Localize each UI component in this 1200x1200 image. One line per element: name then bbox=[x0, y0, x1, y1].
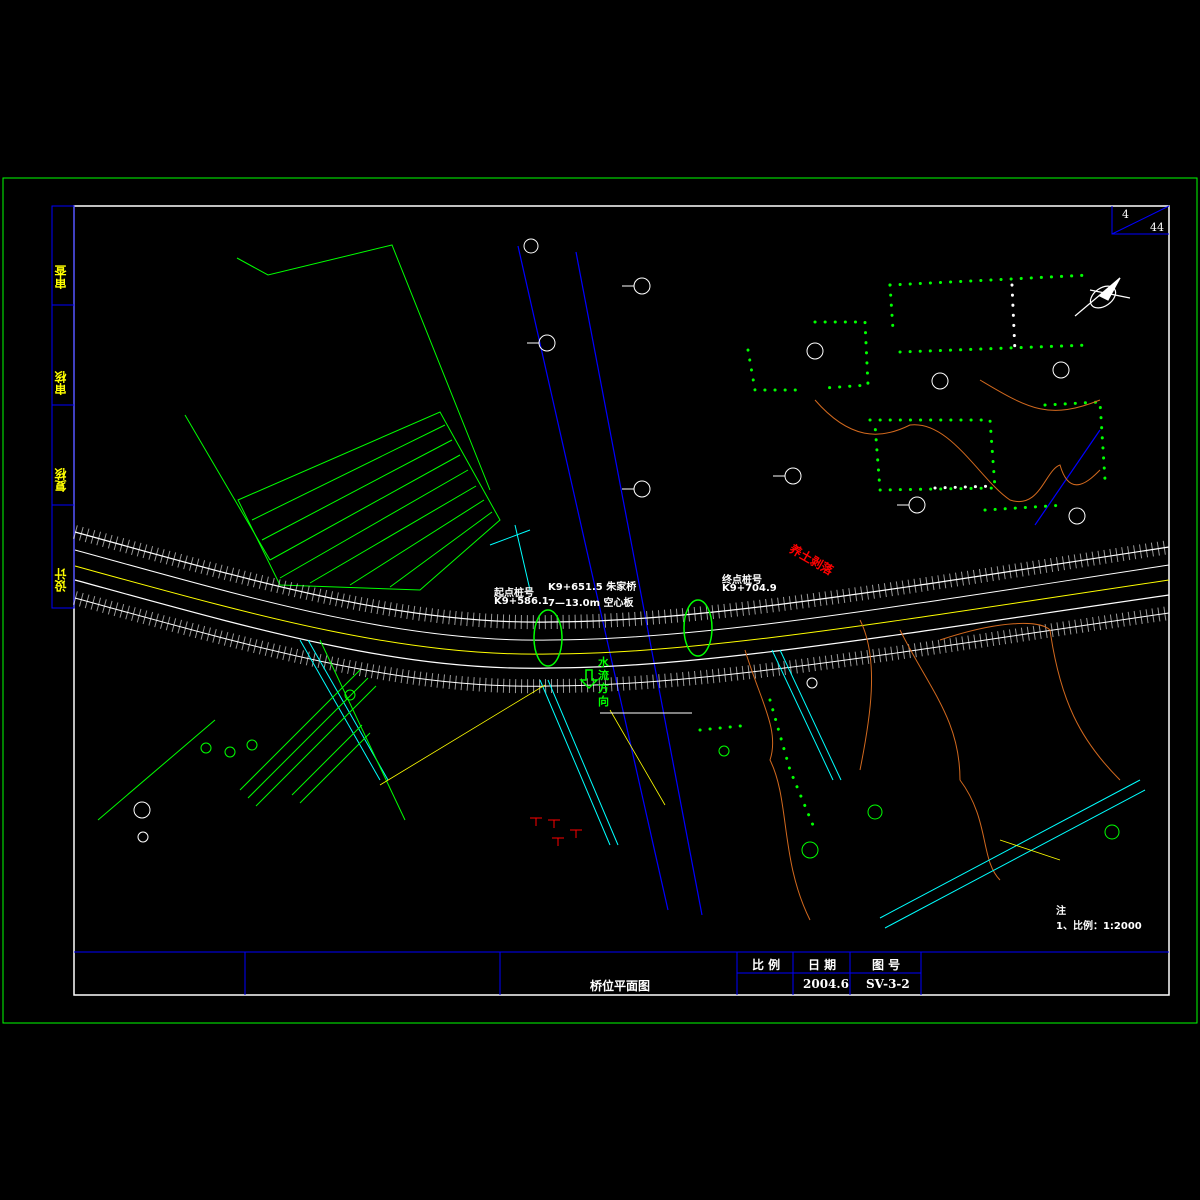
north-arrow-icon bbox=[1074, 277, 1131, 317]
dotted-boundaries bbox=[698, 273, 1107, 832]
hatched-parcel bbox=[184, 244, 501, 591]
bridge-description: 7—13.0m 空心板 bbox=[548, 598, 634, 609]
scale-header: 比 例 bbox=[752, 958, 781, 972]
red-marks bbox=[530, 817, 582, 846]
total-pages: 44 bbox=[1150, 221, 1164, 234]
note-header: 注 bbox=[1056, 906, 1066, 917]
terrain-lines bbox=[744, 379, 1121, 921]
bridge-station: K9+651.5 朱家桥 bbox=[548, 582, 637, 593]
number-header: 图 号 bbox=[872, 958, 901, 972]
end-station-value: K9+704.9 bbox=[722, 583, 777, 594]
road bbox=[73, 525, 1171, 694]
note-scale: 1、比例：1:2000 bbox=[1056, 921, 1142, 932]
drawing-title: 桥位平面图 bbox=[590, 979, 651, 993]
date-header: 日 期 bbox=[808, 958, 837, 972]
signoff-check: 复核 bbox=[54, 468, 68, 492]
tree-symbols bbox=[133, 238, 1086, 843]
date-value: 2004.6 bbox=[803, 977, 849, 991]
signoff-review: 审查 bbox=[54, 265, 68, 289]
signoff-audit: 审核 bbox=[54, 371, 68, 395]
signoff-design: 设计 bbox=[54, 568, 68, 592]
yellow-lines bbox=[379, 684, 1061, 861]
flow-direction-label: 水流方向 bbox=[598, 656, 609, 708]
start-station-value: K9+586.1 bbox=[494, 596, 549, 607]
page-number: 4 bbox=[1122, 208, 1129, 221]
drawing-number: SV-3-2 bbox=[866, 977, 910, 991]
